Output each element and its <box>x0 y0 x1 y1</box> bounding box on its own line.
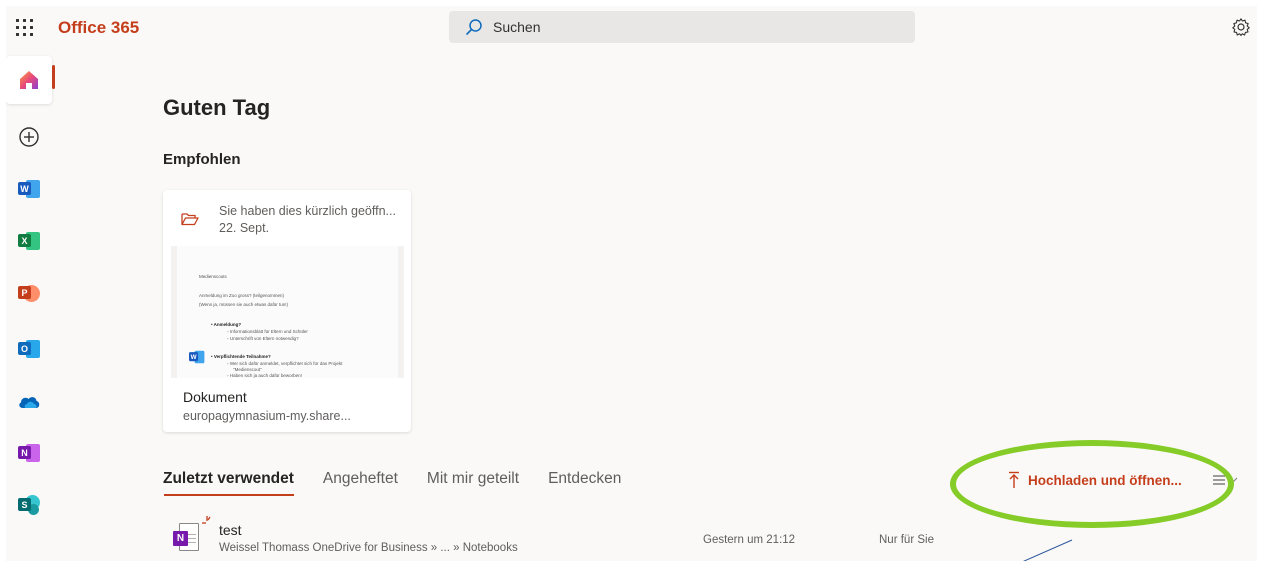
sharepoint-icon: S <box>18 495 40 515</box>
main-content: Guten Tag Empfohlen Sie haben dies kürzl… <box>54 50 1257 561</box>
plus-circle-icon <box>19 127 39 147</box>
file-modified: Gestern um 21:12 <box>703 534 796 546</box>
home-icon <box>20 71 38 89</box>
upload-open-button[interactable]: Hochladen und öffnen... <box>1008 471 1182 489</box>
thumb-line: ◦ Wer sich dafür anmeldet, verpflichtet … <box>227 361 343 366</box>
card-location: europagymnasium-my.share... <box>183 409 351 423</box>
word-icon: W <box>189 350 205 364</box>
chevron-down-icon <box>1228 477 1238 483</box>
rail-item-sharepoint[interactable]: S <box>6 481 52 529</box>
powerpoint-icon: P <box>18 283 40 303</box>
thumb-line: ◦ Haben sich ja auch dafür beworben! <box>227 373 302 378</box>
new-file-spark-icon <box>202 516 211 524</box>
tab-pinned[interactable]: Angeheftet <box>323 470 398 496</box>
list-icon <box>1213 475 1225 485</box>
tab-discover[interactable]: Entdecken <box>548 470 621 496</box>
gear-icon[interactable] <box>1231 17 1251 37</box>
excel-icon: X <box>18 231 40 251</box>
upload-label: Hochladen und öffnen... <box>1028 472 1182 488</box>
word-icon: W <box>18 179 40 199</box>
recommended-card[interactable]: Sie haben dies kürzlich geöffn... 22. Se… <box>163 190 411 432</box>
app-title[interactable]: Office 365 <box>58 18 139 38</box>
app-launcher-icon[interactable] <box>16 19 34 37</box>
thumb-line: Anmeldung im Zoo gross? (teilgenommen) <box>199 293 285 298</box>
thumb-line: Medienscouts <box>199 274 227 279</box>
card-title: Dokument <box>183 389 247 405</box>
rail-item-word[interactable]: W <box>6 165 52 213</box>
sort-options-button[interactable] <box>1212 474 1238 486</box>
table-row[interactable]: N test Weissel Thomass OneDrive for Busi… <box>163 515 1253 561</box>
greeting-heading: Guten Tag <box>163 95 271 120</box>
outlook-icon: O <box>18 339 40 359</box>
file-name[interactable]: test <box>219 522 242 538</box>
app-frame: Office 365 Suchen W X P O N S Guten Tag … <box>6 6 1257 561</box>
thumb-line: ◦ Unterschrift von Eltern notwendig? <box>227 336 299 341</box>
onedrive-icon <box>19 397 40 408</box>
rail-item-excel[interactable]: X <box>6 217 52 265</box>
rail-item-powerpoint[interactable]: P <box>6 269 52 317</box>
rail-item-onedrive[interactable] <box>6 377 52 425</box>
top-bar: Office 365 Suchen <box>6 6 1257 50</box>
search-icon <box>466 19 482 35</box>
rail-item-create[interactable] <box>6 113 52 161</box>
card-activity: Sie haben dies kürzlich geöffn... <box>219 204 396 218</box>
rail-item-outlook[interactable]: O <box>6 325 52 373</box>
card-date: 22. Sept. <box>219 221 270 235</box>
app-rail: W X P O N S <box>6 50 55 561</box>
file-path: Weissel Thomass OneDrive for Business » … <box>219 542 518 554</box>
file-tabs: Zuletzt verwendet Angeheftet Mit mir get… <box>163 470 650 496</box>
upload-icon <box>1009 471 1019 488</box>
document-thumbnail: Medienscouts Anmeldung im Zoo gross? (te… <box>171 246 404 378</box>
thumb-line: (Wenn ja, müssen sie auch etwas dafür tu… <box>199 302 288 307</box>
search-box[interactable]: Suchen <box>449 11 915 43</box>
thumb-line: "Medienscout" <box>233 367 262 372</box>
rail-item-onenote[interactable]: N <box>6 429 52 477</box>
onenote-file-icon: N <box>173 516 211 551</box>
file-sharing: Nur für Sie <box>879 534 934 546</box>
tab-shared[interactable]: Mit mir geteilt <box>427 470 519 496</box>
thumb-line: ◦ Informationsblatt für Eltern und Schül… <box>227 329 308 334</box>
folder-open-icon <box>181 213 199 226</box>
search-placeholder: Suchen <box>493 19 541 35</box>
rail-item-home[interactable] <box>6 56 52 104</box>
thumb-line: • Verpflichtende Teilnahme? <box>211 354 271 359</box>
recommended-heading: Empfohlen <box>163 151 241 168</box>
thumb-line: • Anmeldung? <box>211 322 242 327</box>
tab-recent[interactable]: Zuletzt verwendet <box>163 470 294 496</box>
onenote-icon: N <box>18 443 40 463</box>
